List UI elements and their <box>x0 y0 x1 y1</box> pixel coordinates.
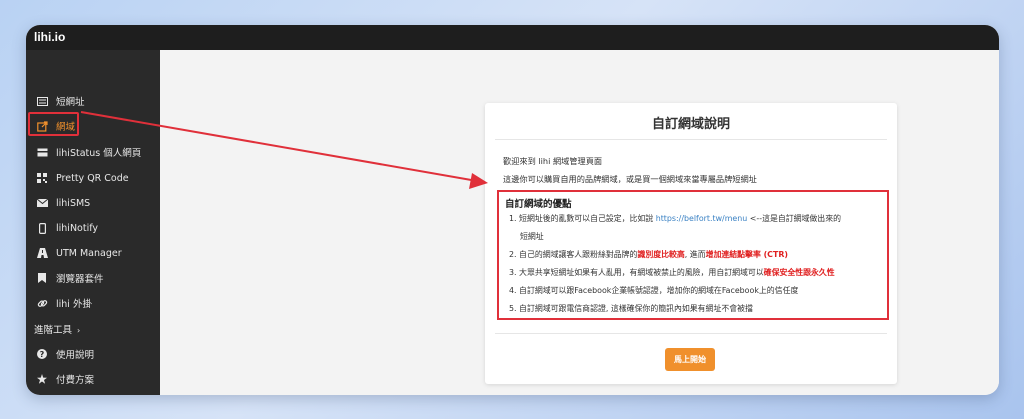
advantages-title: 自訂網域的優點 <box>505 199 572 210</box>
list-number: 3. <box>509 268 517 277</box>
question-icon: ? <box>34 349 50 359</box>
emphasis-text: 確保安全性跟永久性 <box>763 268 835 277</box>
divider <box>495 333 887 334</box>
sidebar-item-label: Pretty QR Code <box>56 172 129 184</box>
qr-code-icon <box>34 173 50 183</box>
advanced-tools-toggle[interactable]: 進階工具 › <box>34 322 80 336</box>
page-title: 自訂網域說明 <box>651 117 730 132</box>
sidebar-item-pretty-qr[interactable]: Pretty QR Code <box>30 167 154 189</box>
advantage-text: , 進而 <box>684 250 706 259</box>
advantage-item-3: 3. 大眾共享短網址如果有人亂用，有網域被禁止的風險，用自訂網域可以確保安全性跟… <box>509 267 835 278</box>
sidebar-item-label: lihi 外掛 <box>56 299 92 310</box>
star-icon <box>34 374 50 384</box>
list-number: 4. <box>509 286 517 295</box>
intro-line-2: 這邊你可以購買自用的品牌網域，或是買一個網域來當專屬品牌短網址 <box>503 174 757 184</box>
emphasis-text: 增加連結點擊率 (CTR) <box>705 250 789 259</box>
link-icon <box>34 298 50 309</box>
start-now-button[interactable]: 馬上開始 <box>665 348 715 371</box>
sidebar-item-label: lihiStatus 個人網頁 <box>56 148 142 159</box>
list-number: 1. <box>509 214 517 223</box>
advantage-item-4: 4. 自訂網域可以跟Facebook企業帳號認證，增加你的網域在Facebook… <box>509 285 798 296</box>
svg-text:?: ? <box>40 350 45 359</box>
advantage-item-1-cont: 短網址 <box>520 232 544 241</box>
sidebar-item-label: lihiSMS <box>56 197 91 209</box>
list-icon <box>34 96 50 106</box>
advantages-box: 自訂網域的優點 1. 短網址後的亂數可以自己設定，比如說 https://bel… <box>497 190 889 320</box>
custom-domain-card: 自訂網域說明 歡迎來到 lihi 網域管理頁面 這邊你可以購買自用的品牌網域，或… <box>485 103 897 384</box>
app-window: lihi.io 短網址 網域 lihiStatus 個人網頁 Pretty QR… <box>26 25 999 395</box>
advantage-text: 短網址後的亂數可以自己設定，比如說 <box>519 214 656 223</box>
road-icon <box>34 248 50 258</box>
sidebar-item-browser-extension[interactable]: 瀏覽器套件 <box>30 267 154 289</box>
envelope-icon <box>34 199 50 207</box>
emphasis-text: 識別度比較高 <box>637 250 685 259</box>
bookmark-icon <box>34 273 50 283</box>
sidebar-item-pricing[interactable]: 付費方案 <box>30 368 154 390</box>
sidebar-item-lihisms[interactable]: lihiSMS <box>30 192 154 214</box>
highlight-annotation-domain <box>28 112 79 136</box>
sidebar-item-utm-manager[interactable]: UTM Manager <box>30 242 154 264</box>
sidebar-item-lihistatus[interactable]: lihiStatus 個人網頁 <box>30 141 154 163</box>
advantage-item-5: 5. 自訂網域可跟電信商認證, 這樣確保你的簡訊內如果有網址不會被擋 <box>509 303 753 314</box>
advantage-text: 自訂網域可以跟Facebook企業帳號認證，增加你的網域在Facebook上的信… <box>519 286 799 295</box>
advantage-item-2: 2. 自己的網域讓客人跟粉絲對品牌的識別度比較高, 進而增加連結點擊率 (CTR… <box>509 249 788 260</box>
sidebar-item-short-url[interactable]: 短網址 <box>30 90 154 112</box>
sidebar-item-label: 瀏覽器套件 <box>56 274 104 285</box>
brand-logo[interactable]: lihi.io <box>34 30 65 44</box>
sidebar-item-label: lihiNotify <box>56 222 99 234</box>
advantage-text: <--這是自訂網域做出來的 <box>747 214 841 223</box>
sidebar-item-label: 付費方案 <box>56 375 95 386</box>
advantage-text: 自訂網域可跟電信商認證, 這樣確保你的簡訊內如果有網址不會被擋 <box>519 304 753 313</box>
chevron-right-icon: › <box>77 326 81 335</box>
divider <box>495 139 887 140</box>
advantage-item-1: 1. 短網址後的亂數可以自己設定，比如說 https://belfort.tw/… <box>509 213 841 224</box>
example-link[interactable]: https://belfort.tw/menu <box>656 214 748 223</box>
advantage-text: 大眾共享短網址如果有人亂用，有網域被禁止的風險，用自訂網域可以 <box>519 268 764 277</box>
sidebar-item-lihi-plugin[interactable]: lihi 外掛 <box>30 292 154 314</box>
mobile-icon <box>34 222 50 234</box>
sidebar-item-lihinotify[interactable]: lihiNotify <box>30 217 154 239</box>
card-icon <box>34 148 50 157</box>
sidebar-item-label: UTM Manager <box>56 247 122 259</box>
intro-line-1: 歡迎來到 lihi 網域管理頁面 <box>503 156 603 166</box>
sidebar-item-label: 短網址 <box>56 97 85 108</box>
sidebar: 短網址 網域 lihiStatus 個人網頁 Pretty QR Code li <box>26 50 160 395</box>
list-number: 2. <box>509 250 517 259</box>
list-number: 5. <box>509 304 517 313</box>
title-bar: lihi.io <box>26 25 999 50</box>
advanced-tools-label: 進階工具 <box>34 325 73 336</box>
advantage-text: 自己的網域讓客人跟粉絲對品牌的 <box>519 250 638 259</box>
sidebar-item-help[interactable]: ? 使用說明 <box>30 343 154 365</box>
sidebar-item-label: 使用說明 <box>56 350 95 361</box>
